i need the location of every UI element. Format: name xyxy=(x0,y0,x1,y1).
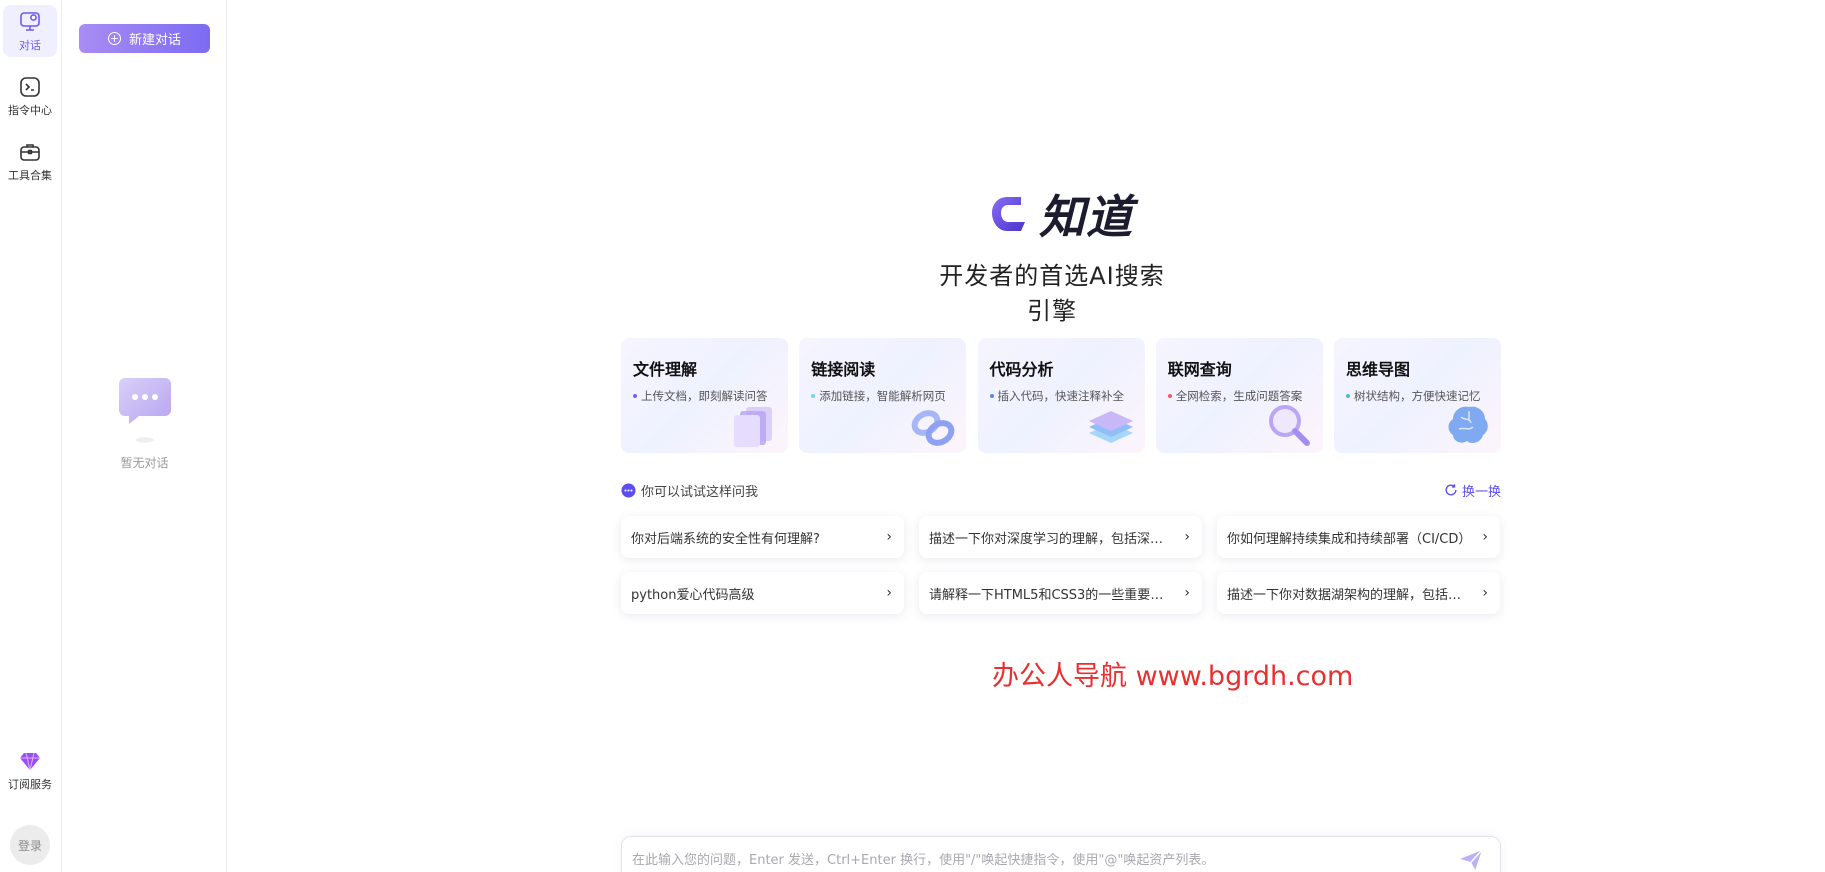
suggestion-text: python爱心代码高级 xyxy=(631,587,755,603)
new-chat-label: 新建对话 xyxy=(128,33,181,48)
feature-card-web[interactable]: 联网查询 全网检索，生成问题答案 xyxy=(1155,338,1323,453)
suggestions-header: 你可以试试这样问我 换一换 xyxy=(621,480,1501,500)
suggestion-text: 描述一下你对数据湖架构的理解，包括其优势 xyxy=(1227,587,1472,603)
rail-item-chat[interactable]: 对话 xyxy=(3,5,57,57)
rail-label-tools: 工具合集 xyxy=(8,168,52,182)
suggestion-text: 请解释一下HTML5和CSS3的一些重要新特性 xyxy=(929,587,1174,603)
suggestion-item[interactable]: 你对后端系统的安全性有何理解? › xyxy=(621,516,904,558)
rail-item-tools[interactable]: 工具合集 xyxy=(3,135,57,187)
feature-title: 链接阅读 xyxy=(811,360,876,379)
bullet-dot xyxy=(1346,394,1350,398)
feature-title: 文件理解 xyxy=(633,360,698,379)
chevron-right-icon: › xyxy=(1482,585,1488,601)
refresh-icon xyxy=(1445,484,1457,496)
suggestion-item[interactable]: 请解释一下HTML5和CSS3的一些重要新特性 › xyxy=(919,572,1202,614)
brand-logo: 知道 xyxy=(987,186,1133,244)
logo-mark-icon xyxy=(992,197,1025,231)
suggestion-item[interactable]: 你如何理解持续集成和持续部署（CI/CD） › xyxy=(1217,516,1500,558)
rail-label-chat: 对话 xyxy=(19,38,41,52)
refresh-label: 换一换 xyxy=(1461,484,1501,500)
suggestion-text: 你如何理解持续集成和持续部署（CI/CD） xyxy=(1227,531,1472,547)
feature-title: 思维导图 xyxy=(1346,360,1411,379)
document-stack-icon xyxy=(734,407,772,447)
logo-text: 知道 xyxy=(1039,190,1133,244)
chevron-right-icon: › xyxy=(1184,529,1190,545)
feature-title: 代码分析 xyxy=(989,360,1054,379)
suggestion-item[interactable]: 描述一下你对深度学习的理解，包括深度学习的原理和应用 › xyxy=(919,516,1202,558)
feature-card-code[interactable]: 代码分析 插入代码，快速注释补全 xyxy=(977,338,1145,453)
bullet-dot xyxy=(633,394,637,398)
suggestion-text: 描述一下你对深度学习的理解，包括深度学习的原理和应用 xyxy=(929,531,1174,547)
bullet-dot xyxy=(811,394,816,398)
terminal-icon xyxy=(20,76,40,97)
chat-dots-icon xyxy=(621,482,636,498)
suggestions-label-row: 你可以试试这样问我 xyxy=(621,481,758,500)
feature-cards: 文件理解 上传文档，即刻解读问答 链接阅读 添加链接，智能解析网页 代码分析 插… xyxy=(621,338,1501,453)
rail-item-commands[interactable]: 指令中心 xyxy=(3,70,57,122)
chevron-right-icon: › xyxy=(886,585,892,601)
chat-input-box xyxy=(621,836,1501,872)
feature-card-mindmap[interactable]: 思维导图 树状结构，方便快速记忆 xyxy=(1334,338,1501,453)
magnifier-icon xyxy=(1268,405,1310,446)
bullet-dot xyxy=(1167,394,1172,398)
chevron-right-icon: › xyxy=(1184,585,1190,601)
chat-bubble-icon xyxy=(118,378,171,443)
brain-icon xyxy=(1448,406,1488,443)
chat-input[interactable] xyxy=(622,837,1442,872)
diamond-icon xyxy=(20,752,40,770)
feature-card-file[interactable]: 文件理解 上传文档，即刻解读问答 xyxy=(621,338,788,453)
rail-label-commands: 指令中心 xyxy=(8,103,52,117)
history-sidebar: + 新建对话 暂无对话 xyxy=(62,0,227,872)
suggestions-label: 你可以试试这样问我 xyxy=(641,484,759,500)
chat-monitor-icon xyxy=(20,11,40,31)
suggestion-item[interactable]: python爱心代码高级 › xyxy=(621,572,904,614)
refresh-suggestions-button[interactable]: 换一换 xyxy=(1444,481,1501,500)
new-chat-button[interactable]: + 新建对话 xyxy=(79,24,210,53)
empty-history-label: 暂无对话 xyxy=(120,456,169,470)
chevron-right-icon: › xyxy=(886,529,892,545)
login-button[interactable]: 登录 xyxy=(10,825,50,865)
empty-history: 暂无对话 xyxy=(62,372,227,471)
chevron-right-icon: › xyxy=(1482,529,1488,545)
icon-rail: 对话 指令中心 工具合集 订阅服务 登录 xyxy=(0,0,62,872)
suggestions-grid: 你对后端系统的安全性有何理解? › 描述一下你对深度学习的理解，包括深度学习的原… xyxy=(621,516,1501,614)
main-area: 知道 开发者的首选AI搜索引擎 文件理解 上传文档，即刻解读问答 链接阅读 添加… xyxy=(227,0,1825,872)
subscribe-label: 订阅服务 xyxy=(8,777,52,791)
chain-link-icon xyxy=(911,410,955,446)
plus-circle-icon: + xyxy=(107,32,121,45)
subscribe-button[interactable]: 订阅服务 xyxy=(3,744,57,796)
suggestion-text: 你对后端系统的安全性有何理解? xyxy=(631,531,820,547)
code-layers-icon xyxy=(1088,411,1133,443)
feature-card-link[interactable]: 链接阅读 添加链接，智能解析网页 xyxy=(799,338,967,453)
send-icon[interactable] xyxy=(1458,847,1484,872)
bullet-dot xyxy=(989,394,994,398)
feature-title: 联网查询 xyxy=(1167,360,1232,379)
slogan: 开发者的首选AI搜索引擎 xyxy=(939,262,1165,325)
watermark-text: 办公人导航 www.bgrdh.com xyxy=(992,661,1354,692)
suggestion-item[interactable]: 描述一下你对数据湖架构的理解，包括其优势 › xyxy=(1217,572,1500,614)
toolbox-icon xyxy=(20,143,40,161)
